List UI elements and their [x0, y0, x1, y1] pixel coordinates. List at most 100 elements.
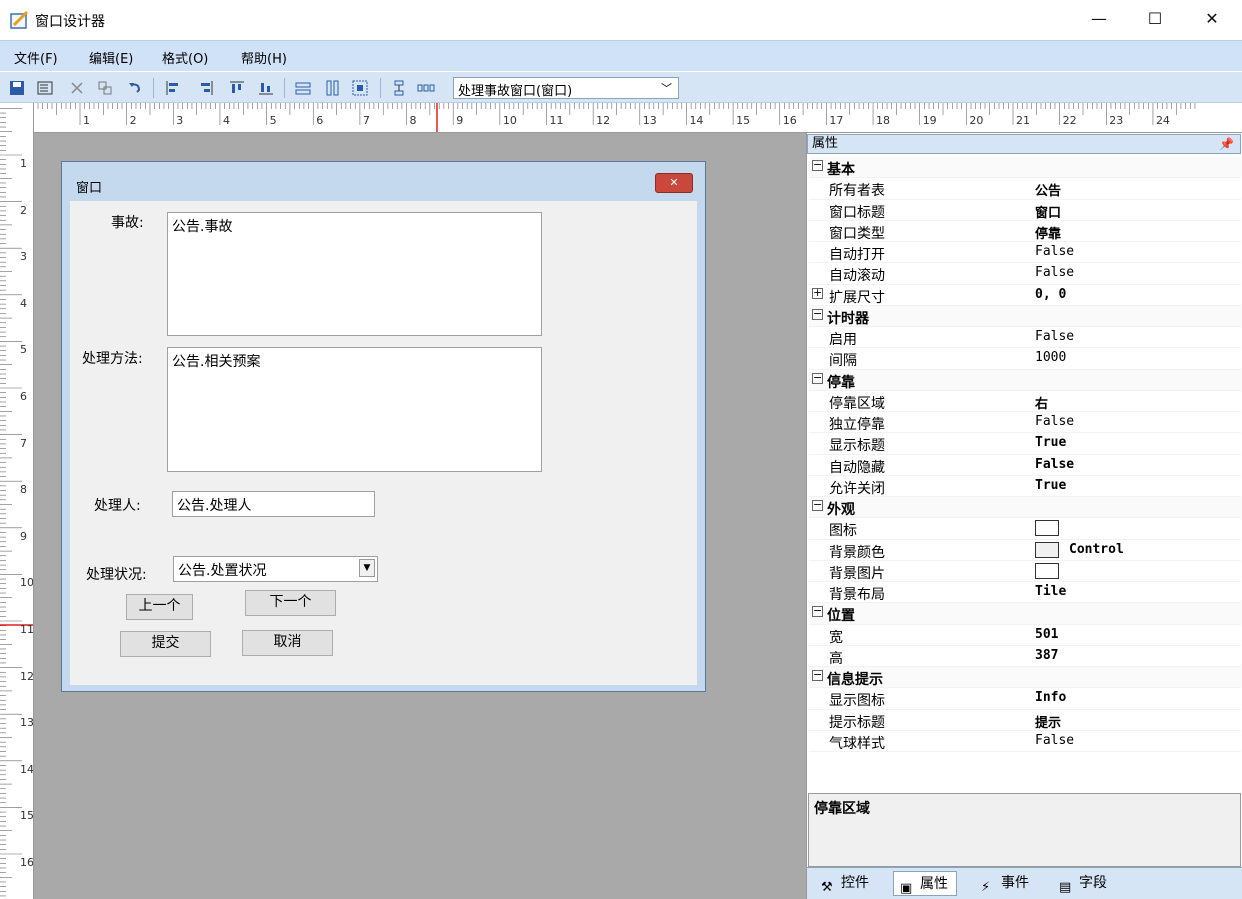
- property-value[interactable]: True: [1035, 435, 1066, 450]
- property-category[interactable]: − 计时器: [809, 305, 1241, 327]
- property-row[interactable]: 窗口标题 窗口: [809, 200, 1241, 221]
- ruler-label: 23: [1109, 114, 1124, 127]
- properties-icon[interactable]: [36, 79, 54, 97]
- maximize-button[interactable]: ☐: [1127, 0, 1183, 36]
- property-value[interactable]: 停靠: [1035, 223, 1061, 242]
- align-left-icon[interactable]: [164, 79, 182, 97]
- color-swatch[interactable]: [1035, 562, 1059, 579]
- property-row[interactable]: 宽 501: [809, 625, 1241, 646]
- properties-header: 属性 📌: [807, 134, 1241, 154]
- property-row[interactable]: 显示图标 Info: [809, 688, 1241, 710]
- property-category[interactable]: − 停靠: [809, 369, 1241, 391]
- property-category[interactable]: − 信息提示: [809, 667, 1241, 689]
- property-value[interactable]: 501: [1035, 627, 1058, 642]
- align-top-icon[interactable]: [228, 79, 246, 97]
- incident-field[interactable]: 公告.事故: [167, 212, 542, 336]
- color-swatch[interactable]: [1035, 520, 1059, 537]
- property-value[interactable]: 右: [1035, 393, 1048, 412]
- same-size-icon[interactable]: [351, 79, 369, 97]
- collapse-icon[interactable]: −: [812, 605, 823, 618]
- method-field[interactable]: 公告.相关预案: [167, 347, 542, 472]
- property-name: 扩展尺寸: [829, 289, 885, 306]
- property-row[interactable]: 气球样式 False: [809, 731, 1241, 752]
- align-right-icon[interactable]: [197, 79, 215, 97]
- property-row[interactable]: 显示标题 True: [809, 433, 1241, 455]
- tab-events[interactable]: ⚡ 事件: [975, 871, 1037, 896]
- collapse-icon[interactable]: −: [812, 159, 823, 171]
- property-row[interactable]: 所有者表 公告: [809, 178, 1241, 200]
- handler-field[interactable]: 公告.处理人: [172, 491, 375, 517]
- close-button[interactable]: ✕: [1184, 0, 1240, 36]
- minimize-button[interactable]: —: [1071, 0, 1127, 36]
- save-icon[interactable]: [8, 79, 26, 97]
- collapse-icon[interactable]: −: [812, 669, 823, 681]
- collapse-icon[interactable]: −: [812, 308, 823, 320]
- same-height-icon[interactable]: [324, 79, 342, 97]
- property-value[interactable]: 0, 0: [1035, 287, 1066, 302]
- tab-fields[interactable]: ▤ 字段: [1053, 871, 1115, 896]
- property-row[interactable]: 窗口类型 停靠: [809, 221, 1241, 242]
- status-combobox[interactable]: 公告.处置状况 ▼: [173, 556, 378, 582]
- property-row[interactable]: 自动打开 False: [809, 242, 1241, 264]
- color-swatch[interactable]: [1035, 541, 1059, 558]
- submit-button[interactable]: 提交: [120, 631, 211, 657]
- property-value[interactable]: Tile: [1035, 584, 1066, 599]
- property-row[interactable]: 高 387: [809, 646, 1241, 667]
- property-row[interactable]: 启用 False: [809, 327, 1241, 349]
- property-value[interactable]: False: [1035, 733, 1074, 748]
- property-value[interactable]: 提示: [1035, 712, 1061, 731]
- pin-icon[interactable]: 📌: [1219, 135, 1234, 153]
- property-value[interactable]: Control: [1069, 542, 1124, 557]
- horizontal-spacing-icon[interactable]: [417, 79, 435, 97]
- property-value[interactable]: Info: [1035, 690, 1066, 705]
- prev-button[interactable]: 上一个: [126, 594, 193, 620]
- property-row[interactable]: 停靠区域 右: [809, 391, 1241, 412]
- cancel-button[interactable]: 取消: [242, 630, 333, 656]
- property-value[interactable]: 公告: [1035, 180, 1061, 199]
- tab-properties[interactable]: ▣ 属性: [893, 871, 957, 896]
- tab-controls[interactable]: ⚒ 控件: [815, 871, 877, 896]
- expand-icon[interactable]: +: [812, 287, 823, 299]
- property-value[interactable]: 387: [1035, 648, 1058, 663]
- same-width-icon[interactable]: [294, 79, 312, 97]
- property-row[interactable]: 提示标题 提示: [809, 710, 1241, 731]
- property-value[interactable]: False: [1035, 244, 1074, 259]
- align-bottom-icon[interactable]: [257, 79, 275, 97]
- property-value[interactable]: False: [1035, 265, 1074, 280]
- menu-format[interactable]: 格式(O): [162, 48, 208, 67]
- property-row[interactable]: 背景颜色 Control: [809, 540, 1241, 561]
- undo-icon[interactable]: [126, 79, 144, 97]
- property-row[interactable]: 背景布局 Tile: [809, 582, 1241, 604]
- property-row[interactable]: 图标: [809, 518, 1241, 540]
- delete-icon[interactable]: [68, 79, 86, 97]
- design-window[interactable]: 窗口 ✕ 事故: 公告.事故 处理方法: 公告.相关预案 处理人: 公告.处理人…: [61, 161, 706, 692]
- menu-file[interactable]: 文件(F): [14, 48, 58, 67]
- window-selector[interactable]: 处理事故窗口(窗口) ﹀: [453, 77, 679, 99]
- property-category[interactable]: − 外观: [809, 497, 1241, 519]
- property-value[interactable]: False: [1035, 414, 1074, 429]
- property-row[interactable]: 自动滚动 False: [809, 263, 1241, 285]
- design-window-close-icon[interactable]: ✕: [655, 173, 693, 193]
- property-category[interactable]: − 位置: [809, 603, 1241, 625]
- property-row[interactable]: 背景图片: [809, 561, 1241, 582]
- property-row[interactable]: 自动隐藏 False: [809, 455, 1241, 476]
- property-value[interactable]: False: [1035, 329, 1074, 344]
- property-row[interactable]: 独立停靠 False: [809, 412, 1241, 434]
- menu-help[interactable]: 帮助(H): [241, 48, 287, 67]
- collapse-icon[interactable]: −: [812, 499, 823, 511]
- next-button[interactable]: 下一个: [245, 590, 336, 616]
- chevron-down-icon[interactable]: ▼: [359, 559, 375, 577]
- property-row[interactable]: 允许关闭 True: [809, 476, 1241, 497]
- property-row[interactable]: + 扩展尺寸 0, 0: [809, 285, 1241, 306]
- vertical-spacing-icon[interactable]: [390, 79, 408, 97]
- property-grid[interactable]: − 基本 所有者表 公告 窗口标题 窗口 窗口类型 停靠 自动打开 False 自动滚动 False +…: [809, 157, 1241, 752]
- property-value[interactable]: True: [1035, 478, 1066, 493]
- property-value[interactable]: 1000: [1035, 350, 1066, 365]
- property-value[interactable]: 窗口: [1035, 202, 1061, 221]
- collapse-icon[interactable]: −: [812, 372, 823, 384]
- property-value[interactable]: False: [1035, 457, 1074, 472]
- property-row[interactable]: 间隔 1000: [809, 348, 1241, 370]
- menu-edit[interactable]: 编辑(E): [89, 48, 133, 67]
- copy-icon[interactable]: [96, 79, 114, 97]
- property-category[interactable]: − 基本: [809, 157, 1241, 179]
